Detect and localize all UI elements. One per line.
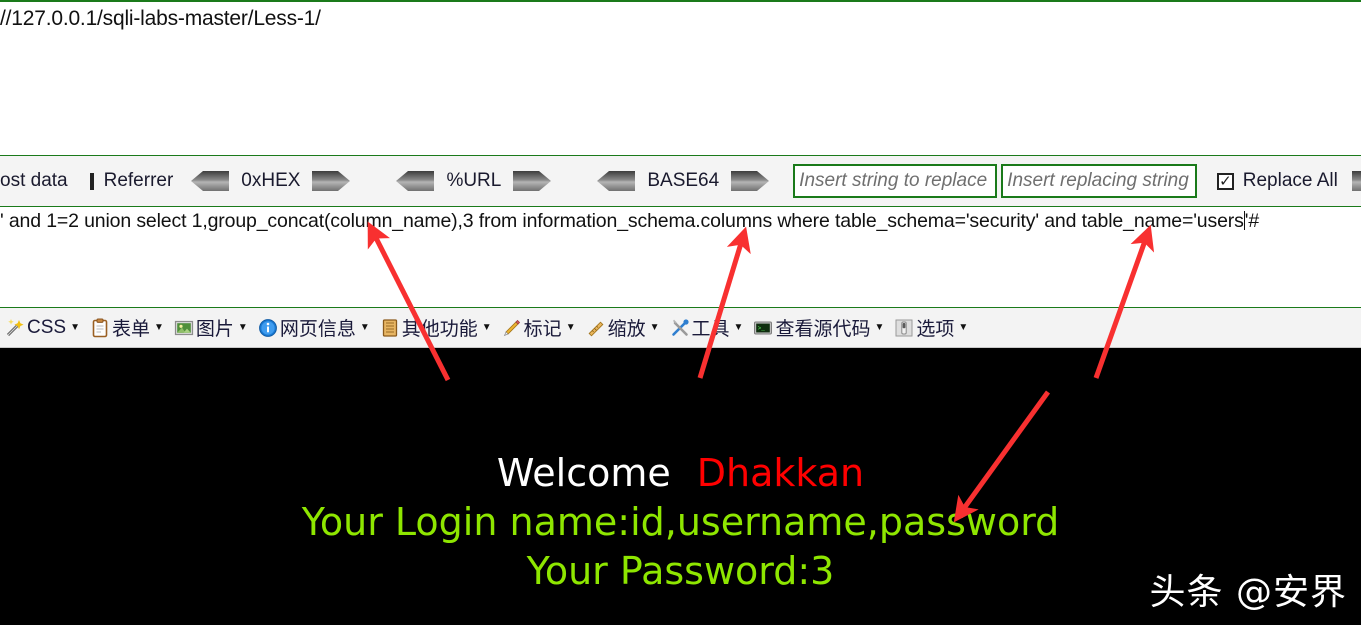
chevron-down-icon: ▼: [565, 322, 576, 333]
post-data-label: ost data: [0, 170, 68, 191]
chevron-down-icon: ▼: [237, 322, 248, 333]
page-result-area: Welcome Dhakkan Your Login name:id,userna…: [0, 348, 1361, 625]
pencil-icon: [502, 318, 522, 338]
toolbar-label-tools: 工具: [691, 319, 730, 340]
hex-decode-button[interactable]: [191, 170, 231, 192]
url-label: %URL: [446, 170, 502, 191]
switch-icon: [894, 318, 914, 338]
chevron-down-icon: ▼: [958, 322, 969, 333]
url-text[interactable]: //127.0.0.1/sqli-labs-master/Less-1/: [0, 7, 321, 31]
search-input[interactable]: [793, 164, 998, 198]
web-developer-toolbar: CSS ▼ 表单 ▼ 图片 ▼ 网页信息 ▼ 其他功能 ▼ 标记 ▼ 缩放 ▼ …: [0, 308, 1361, 348]
sql-query-field[interactable]: ' and 1=2 union select 1,group_concat(co…: [0, 210, 1259, 233]
toolbar-label-options: 选项: [916, 319, 955, 340]
toolbar-label-view-source: 查看源代码: [775, 319, 871, 340]
sql-query-tail: '#: [1244, 210, 1260, 232]
replace-all-label: Replace All: [1242, 170, 1338, 191]
referrer-label: Referrer: [103, 170, 174, 191]
hex-encode-button[interactable]: [310, 170, 351, 192]
magic-wand-icon: [5, 318, 25, 338]
toolbar-item-options[interactable]: 选项 ▼: [889, 308, 973, 347]
toolbar-item-images[interactable]: 图片 ▼: [169, 308, 253, 347]
terminal-icon: >_: [753, 318, 773, 338]
toolbar-item-view-source[interactable]: >_ 查看源代码 ▼: [748, 308, 889, 347]
base64-label: BASE64: [647, 170, 720, 191]
toolbar-item-outline[interactable]: 标记 ▼: [497, 308, 581, 347]
ruler-icon: [586, 318, 606, 338]
hex-label: 0xHEX: [241, 170, 301, 191]
base64-encode-button[interactable]: [729, 170, 770, 192]
sql-query-area: ' and 1=2 union select 1,group_concat(co…: [0, 207, 1361, 307]
picture-icon: [174, 318, 194, 338]
chevron-down-icon: ▼: [154, 322, 164, 333]
chevron-down-icon: ▼: [481, 322, 492, 333]
info-icon: [258, 318, 278, 338]
toolbar-label-outline: 标记: [523, 319, 562, 340]
toolbar-label-images: 图片: [195, 319, 234, 340]
welcome-name: Dhakkan: [696, 451, 865, 495]
watermark-text: 头条 @安界: [1149, 572, 1347, 613]
url-decode-button[interactable]: [396, 170, 436, 192]
replace-execute-button[interactable]: [1350, 170, 1361, 192]
tools-icon: [670, 318, 690, 338]
url-encode-button[interactable]: [511, 170, 552, 192]
browser-url-area: //127.0.0.1/sqli-labs-master/Less-1/: [0, 2, 1361, 155]
clipboard-icon: [90, 318, 110, 338]
toolbar-label-css: CSS: [27, 316, 67, 338]
chevron-down-icon: ▼: [649, 322, 660, 333]
toolbar-label-forms: 表单: [111, 319, 150, 340]
base64-decode-button[interactable]: [597, 170, 637, 192]
chevron-down-icon: ▼: [70, 322, 80, 333]
chevron-down-icon: ▼: [733, 322, 744, 333]
svg-text:>_: >_: [758, 325, 766, 332]
toolbar-item-css[interactable]: CSS ▼: [0, 308, 85, 347]
welcome-word: Welcome: [496, 451, 671, 495]
toolbar-label-page-info: 网页信息: [279, 319, 356, 340]
sql-query-text: ' and 1=2 union select 1,group_concat(co…: [0, 210, 1244, 232]
replace-input[interactable]: [1001, 164, 1198, 198]
chevron-down-icon: ▼: [359, 322, 370, 333]
chevron-down-icon: ▼: [874, 322, 885, 333]
replace-all-checkbox[interactable]: ✓: [1217, 172, 1234, 190]
login-name-result: Your Login name:id,username,password: [301, 500, 1060, 544]
toolbar-label-resize: 缩放: [607, 319, 646, 340]
referrer-checkbox[interactable]: [89, 172, 94, 190]
toolbar-label-misc: 其他功能: [401, 319, 478, 340]
toolbar-item-page-info[interactable]: 网页信息 ▼: [253, 308, 375, 347]
welcome-heading: Welcome Dhakkan: [0, 451, 1361, 495]
toolbar-item-resize[interactable]: 缩放 ▼: [581, 308, 665, 347]
toolbar-item-tools[interactable]: 工具 ▼: [665, 308, 749, 347]
toolbar-item-forms[interactable]: 表单 ▼: [85, 308, 169, 347]
hackbar-toolbar: ost data Referrer 0xHEX %URL BASE64 Inse…: [0, 156, 1361, 206]
book-icon: [380, 318, 400, 338]
toolbar-item-misc[interactable]: 其他功能 ▼: [375, 308, 497, 347]
